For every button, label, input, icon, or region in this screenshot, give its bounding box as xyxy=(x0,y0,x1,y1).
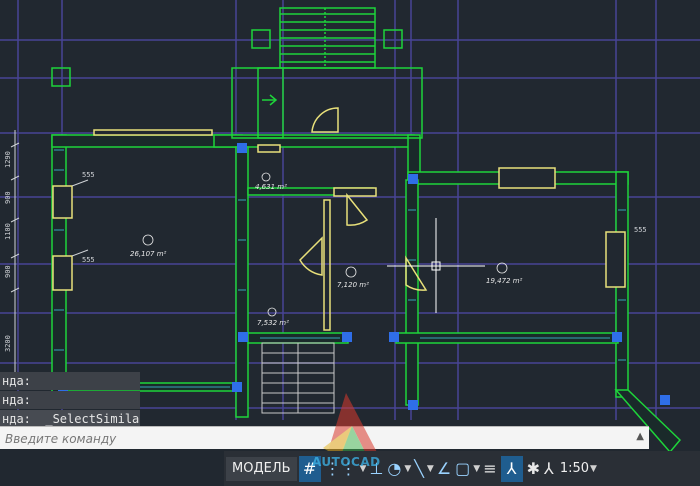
command-input[interactable] xyxy=(3,429,627,449)
svg-text:900: 900 xyxy=(4,265,12,278)
annotation-scale-icon[interactable]: ✱ xyxy=(527,456,540,482)
svg-text:19,472 m²: 19,472 m² xyxy=(486,277,523,285)
history-line: нда: xyxy=(0,391,140,409)
svg-text:7,532 m²: 7,532 m² xyxy=(257,319,289,327)
svg-text:555: 555 xyxy=(82,171,95,179)
svg-text:555: 555 xyxy=(634,226,647,234)
command-history: нда: нда: нда: _SelectSimilar xyxy=(0,372,140,429)
workspace-icon[interactable]: ⅄ xyxy=(544,456,554,482)
chevron-down-icon[interactable]: ▼ xyxy=(427,464,434,474)
svg-text:555: 555 xyxy=(82,256,95,264)
svg-text:900: 900 xyxy=(4,191,12,204)
status-bar: МОДЕЛЬ # ⋮⋮ ▼ ⊥ ◔ ▼ ╲ ▼ ∠ ▢ ▼ ≡ ⅄ ✱ ⅄ 1:… xyxy=(224,451,700,486)
chevron-down-icon[interactable]: ▼ xyxy=(590,464,597,474)
history-line: нда: xyxy=(0,372,140,390)
autocad-window: 1290 900 1100 900 3200 555 555 555 26,10… xyxy=(0,0,700,486)
svg-text:7,120 m²: 7,120 m² xyxy=(337,281,369,289)
osnap-icon[interactable]: ╲ xyxy=(414,456,424,482)
annotation-icon[interactable]: ⅄ xyxy=(500,455,523,482)
lineweight-icon[interactable]: ∠ xyxy=(437,456,451,482)
customization-icon[interactable]: ≡ xyxy=(483,456,496,482)
svg-text:4,631 m²: 4,631 m² xyxy=(255,183,287,191)
selection-cycling-icon[interactable]: ▢ xyxy=(455,456,470,482)
command-history-toggle-icon[interactable]: ▲ xyxy=(636,431,644,442)
watermark-text: AUTOCAD xyxy=(312,455,381,469)
chevron-down-icon[interactable]: ▼ xyxy=(404,464,411,474)
svg-text:1290: 1290 xyxy=(4,151,12,168)
svg-text:26,107 m²: 26,107 m² xyxy=(130,250,167,258)
polar-icon[interactable]: ◔ xyxy=(387,456,401,482)
chevron-down-icon[interactable]: ▼ xyxy=(473,464,480,474)
svg-text:3200: 3200 xyxy=(4,335,12,352)
model-tab[interactable]: МОДЕЛЬ xyxy=(226,456,297,481)
svg-text:1100: 1100 xyxy=(4,223,12,240)
scale-dropdown[interactable]: 1:50 xyxy=(560,461,589,476)
